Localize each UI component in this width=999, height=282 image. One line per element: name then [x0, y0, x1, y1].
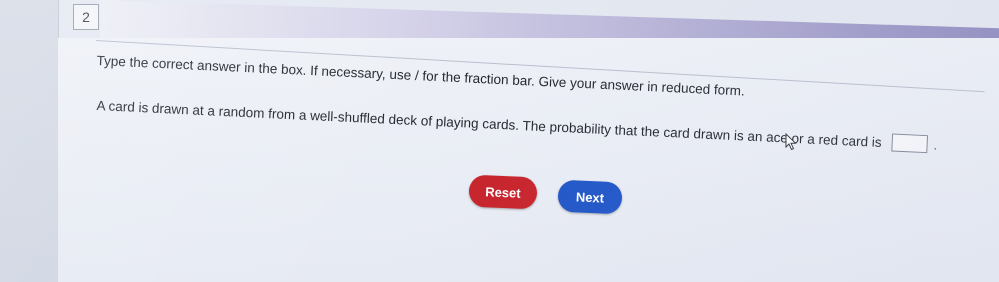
left-rail: [0, 0, 59, 282]
question-number[interactable]: 2: [73, 4, 99, 30]
answer-input[interactable]: [891, 133, 928, 154]
next-button[interactable]: Next: [557, 179, 623, 215]
trailing-period: .: [933, 136, 938, 153]
mouse-pointer-icon: [785, 133, 797, 151]
reset-button[interactable]: Reset: [468, 174, 538, 210]
